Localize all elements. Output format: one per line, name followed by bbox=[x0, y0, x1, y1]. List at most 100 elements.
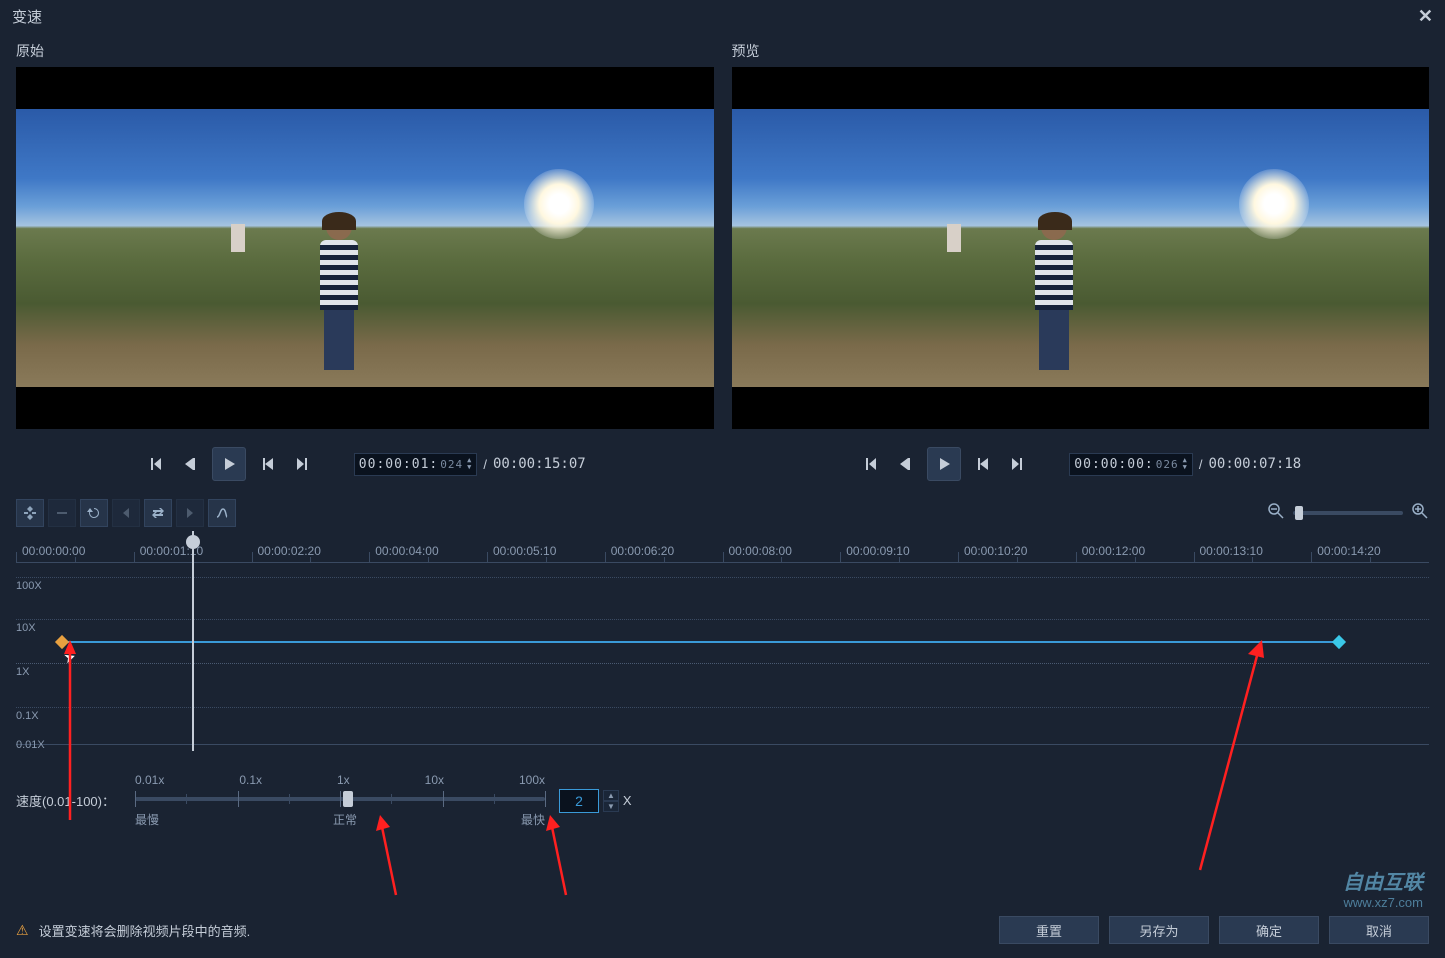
prev-keyframe-icon bbox=[112, 499, 140, 527]
tc-spinner[interactable]: ▲▼ bbox=[467, 457, 472, 471]
preview-column: 预览 00:00:00:026 ▲▼ / 00:00:07:18 bbox=[732, 41, 1430, 491]
ruler-tick: 00:00:02:20 bbox=[258, 544, 321, 558]
ruler-tick: 00:00:06:20 bbox=[611, 544, 674, 558]
ruler-tick: 00:00:08:00 bbox=[729, 544, 792, 558]
speed-spinner[interactable]: ▲▼ bbox=[603, 790, 619, 812]
preview-controls: 00:00:00:026 ▲▼ / 00:00:07:18 bbox=[732, 429, 1430, 491]
speed-input[interactable] bbox=[559, 789, 599, 813]
keyframe-end[interactable] bbox=[1332, 635, 1346, 649]
scale-10x: 10x bbox=[425, 773, 444, 787]
prev-frame-icon[interactable] bbox=[178, 452, 202, 476]
zoom-in-icon[interactable] bbox=[1411, 502, 1429, 525]
reset-keyframes-icon[interactable] bbox=[80, 499, 108, 527]
speed-suffix: X bbox=[623, 793, 632, 808]
desc-fast: 最快 bbox=[521, 811, 545, 828]
speed-input-group: ▲▼ X bbox=[559, 789, 632, 813]
cancel-button[interactable]: 取消 bbox=[1329, 916, 1429, 944]
tc-frames: 024 bbox=[440, 458, 463, 471]
preview-timecode-group: 00:00:00:026 ▲▼ / 00:00:07:18 bbox=[1069, 453, 1301, 476]
save-as-button[interactable]: 另存为 bbox=[1109, 916, 1209, 944]
ruler-tick: 00:00:14:20 bbox=[1317, 544, 1380, 558]
desc-normal: 正常 bbox=[333, 811, 357, 828]
tc-separator: / bbox=[483, 457, 487, 472]
remove-keyframe-icon bbox=[48, 499, 76, 527]
prev-frame-icon[interactable] bbox=[893, 452, 917, 476]
speed-slider-wrap: 0.01x 0.1x 1x 10x 100x 最慢 正常 最快 bbox=[135, 773, 545, 828]
ruler-tick: 00:00:05:10 bbox=[493, 544, 556, 558]
original-column: 原始 00:00:01:024 ▲▼ / 00:00:15:07 bbox=[16, 41, 714, 491]
speed-graph[interactable]: 100X 10X 1X 0.1X 0.01X ➤ bbox=[16, 563, 1429, 745]
speed-scale: 0.01x 0.1x 1x 10x 100x bbox=[135, 773, 545, 787]
preview-row: 原始 00:00:01:024 ▲▼ / 00:00:15:07 bbox=[0, 33, 1445, 491]
keyframe-start[interactable] bbox=[55, 635, 69, 649]
next-frame-icon[interactable] bbox=[971, 452, 995, 476]
ruler-tick: 00:00:09:10 bbox=[846, 544, 909, 558]
preview-video[interactable] bbox=[732, 67, 1430, 429]
tc-main: 00:00:01: bbox=[359, 457, 438, 472]
ruler-tick: 00:00:13:10 bbox=[1200, 544, 1263, 558]
window-title: 变速 bbox=[12, 6, 42, 27]
speed-control-row: 速度(0.01-100)： 0.01x 0.1x 1x 10x 100x 最慢 … bbox=[0, 745, 1445, 836]
zoom-slider-thumb[interactable] bbox=[1295, 506, 1303, 520]
cursor-icon: ➤ bbox=[61, 648, 78, 668]
video-frame bbox=[732, 109, 1430, 387]
original-total-time: 00:00:15:07 bbox=[493, 456, 586, 472]
timeline-toolbar bbox=[0, 491, 1445, 531]
tc-frames: 026 bbox=[1156, 458, 1179, 471]
watermark: 自由互联 www.xz7.com bbox=[1343, 866, 1423, 910]
last-frame-icon[interactable] bbox=[1005, 452, 1029, 476]
zoom-controls bbox=[1267, 502, 1429, 525]
tc-spinner[interactable]: ▲▼ bbox=[1183, 457, 1188, 471]
curve-icon[interactable] bbox=[208, 499, 236, 527]
desc-slow: 最慢 bbox=[135, 811, 159, 828]
reset-button[interactable]: 重置 bbox=[999, 916, 1099, 944]
last-frame-icon[interactable] bbox=[290, 452, 314, 476]
speed-slider-thumb[interactable] bbox=[343, 791, 353, 807]
ruler-tick: 00:00:00:00 bbox=[22, 544, 85, 558]
original-timecode-input[interactable]: 00:00:01:024 ▲▼ bbox=[354, 453, 478, 476]
scale-001x: 0.01x bbox=[135, 773, 164, 787]
video-frame bbox=[16, 109, 714, 387]
time-ruler[interactable]: 00:00:00:00 00:00:01:10 00:00:02:20 00:0… bbox=[16, 531, 1429, 563]
preview-timecode-input[interactable]: 00:00:00:026 ▲▼ bbox=[1069, 453, 1193, 476]
y-label-1x: 1X bbox=[16, 666, 29, 678]
next-keyframe-icon bbox=[176, 499, 204, 527]
original-controls: 00:00:01:024 ▲▼ / 00:00:15:07 bbox=[16, 429, 714, 491]
titlebar: 变速 ✕ bbox=[0, 0, 1445, 33]
y-label-100x: 100X bbox=[16, 580, 42, 592]
speed-curve[interactable] bbox=[61, 641, 1344, 643]
original-timecode-group: 00:00:01:024 ▲▼ / 00:00:15:07 bbox=[354, 453, 586, 476]
scale-100x: 100x bbox=[519, 773, 545, 787]
first-frame-icon[interactable] bbox=[859, 452, 883, 476]
play-button[interactable] bbox=[212, 447, 246, 481]
preview-label: 预览 bbox=[732, 41, 1430, 61]
first-frame-icon[interactable] bbox=[144, 452, 168, 476]
ruler-tick: 00:00:10:20 bbox=[964, 544, 1027, 558]
next-frame-icon[interactable] bbox=[256, 452, 280, 476]
tc-main: 00:00:00: bbox=[1074, 457, 1153, 472]
play-button[interactable] bbox=[927, 447, 961, 481]
add-keyframe-icon[interactable] bbox=[16, 499, 44, 527]
zoom-out-icon[interactable] bbox=[1267, 502, 1285, 525]
warning-icon: ⚠ bbox=[16, 922, 29, 939]
scale-1x: 1x bbox=[337, 773, 350, 787]
swap-icon[interactable] bbox=[144, 499, 172, 527]
zoom-slider[interactable] bbox=[1293, 511, 1403, 515]
ok-button[interactable]: 确定 bbox=[1219, 916, 1319, 944]
speed-label: 速度(0.01-100)： bbox=[16, 791, 121, 810]
y-label-10x: 10X bbox=[16, 622, 36, 634]
speed-desc: 最慢 正常 最快 bbox=[135, 811, 545, 828]
y-label-001x: 0.01X bbox=[16, 739, 45, 751]
playhead[interactable] bbox=[192, 531, 194, 751]
warning-text: 设置变速将会删除视频片段中的音频. bbox=[39, 921, 989, 940]
tc-separator: / bbox=[1199, 457, 1203, 472]
original-video[interactable] bbox=[16, 67, 714, 429]
ruler-tick: 00:00:12:00 bbox=[1082, 544, 1145, 558]
ruler-tick: 00:00:04:00 bbox=[375, 544, 438, 558]
scale-01x: 0.1x bbox=[239, 773, 262, 787]
speed-slider[interactable] bbox=[135, 797, 545, 801]
close-icon[interactable]: ✕ bbox=[1418, 6, 1433, 27]
watermark-logo: 自由互联 bbox=[1343, 866, 1423, 895]
original-label: 原始 bbox=[16, 41, 714, 61]
preview-total-time: 00:00:07:18 bbox=[1208, 456, 1301, 472]
